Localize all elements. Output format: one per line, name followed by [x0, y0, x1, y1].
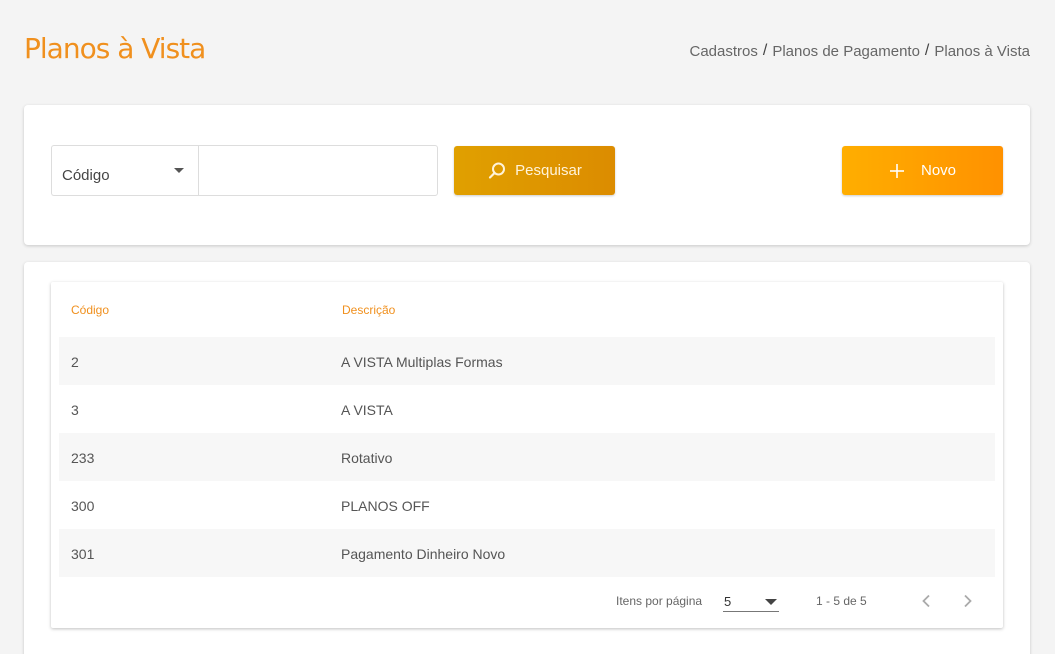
search-input[interactable]	[198, 145, 438, 196]
cell-descricao: Pagamento Dinheiro Novo	[341, 546, 506, 562]
cell-descricao: PLANOS OFF	[341, 498, 430, 514]
cell-descricao: A VISTA Multiplas Formas	[341, 354, 503, 370]
new-button-label: Novo	[920, 162, 957, 179]
breadcrumb-separator: /	[762, 42, 768, 59]
table-header: Código Descrição	[51, 282, 1003, 337]
table-row[interactable]: 233 Rotativo	[59, 433, 995, 481]
filter-field-value: Código	[62, 167, 110, 184]
filter-field-select[interactable]: Código	[51, 145, 198, 196]
table-row[interactable]: 2 A VISTA Multiplas Formas	[59, 337, 995, 385]
plus-icon	[889, 163, 905, 179]
table-row[interactable]: 300 PLANOS OFF	[59, 481, 995, 529]
table-row[interactable]: 301 Pagamento Dinheiro Novo	[59, 529, 995, 577]
search-button[interactable]: Pesquisar	[454, 146, 615, 195]
new-button[interactable]: Novo	[842, 146, 1003, 195]
table-body: 2 A VISTA Multiplas Formas 3 A VISTA 233…	[59, 337, 995, 577]
cell-codigo: 301	[71, 546, 95, 562]
caret-down-icon	[174, 168, 184, 173]
breadcrumb-separator: /	[924, 42, 930, 59]
items-per-page-value: 5	[724, 594, 732, 609]
search-button-label: Pesquisar	[515, 162, 582, 179]
data-table: Código Descrição 2 A VISTA Multiplas For…	[51, 282, 1003, 628]
caret-down-icon	[765, 599, 777, 605]
breadcrumb-current: Planos à Vista	[934, 42, 1030, 60]
search-card: Código Pesquisar Novo	[24, 105, 1030, 245]
column-header-descricao[interactable]: Descrição	[342, 303, 395, 317]
cell-codigo: 233	[71, 450, 95, 466]
breadcrumb-planos-pagamento[interactable]: Planos de Pagamento	[772, 43, 920, 60]
breadcrumb-cadastros[interactable]: Cadastros	[689, 43, 757, 60]
column-header-codigo[interactable]: Código	[71, 303, 109, 317]
page-range-label: 1 - 5 de 5	[816, 594, 867, 608]
search-icon	[487, 161, 507, 181]
cell-codigo: 2	[71, 354, 79, 370]
table-row[interactable]: 3 A VISTA	[59, 385, 995, 433]
chevron-left-icon[interactable]	[917, 591, 937, 611]
items-per-page-label: Itens por página	[616, 594, 703, 608]
cell-descricao: A VISTA	[341, 402, 393, 418]
breadcrumb: Cadastros / Planos de Pagamento / Planos…	[689, 42, 1030, 60]
page-title: Planos à Vista	[24, 32, 206, 65]
paginator: Itens por página 5 1 - 5 de 5	[51, 582, 1003, 622]
items-per-page-select[interactable]: 5	[723, 592, 779, 612]
cell-codigo: 3	[71, 402, 79, 418]
chevron-right-icon[interactable]	[957, 591, 977, 611]
cell-codigo: 300	[71, 498, 95, 514]
list-card: Código Descrição 2 A VISTA Multiplas For…	[24, 262, 1030, 654]
cell-descricao: Rotativo	[341, 450, 393, 466]
